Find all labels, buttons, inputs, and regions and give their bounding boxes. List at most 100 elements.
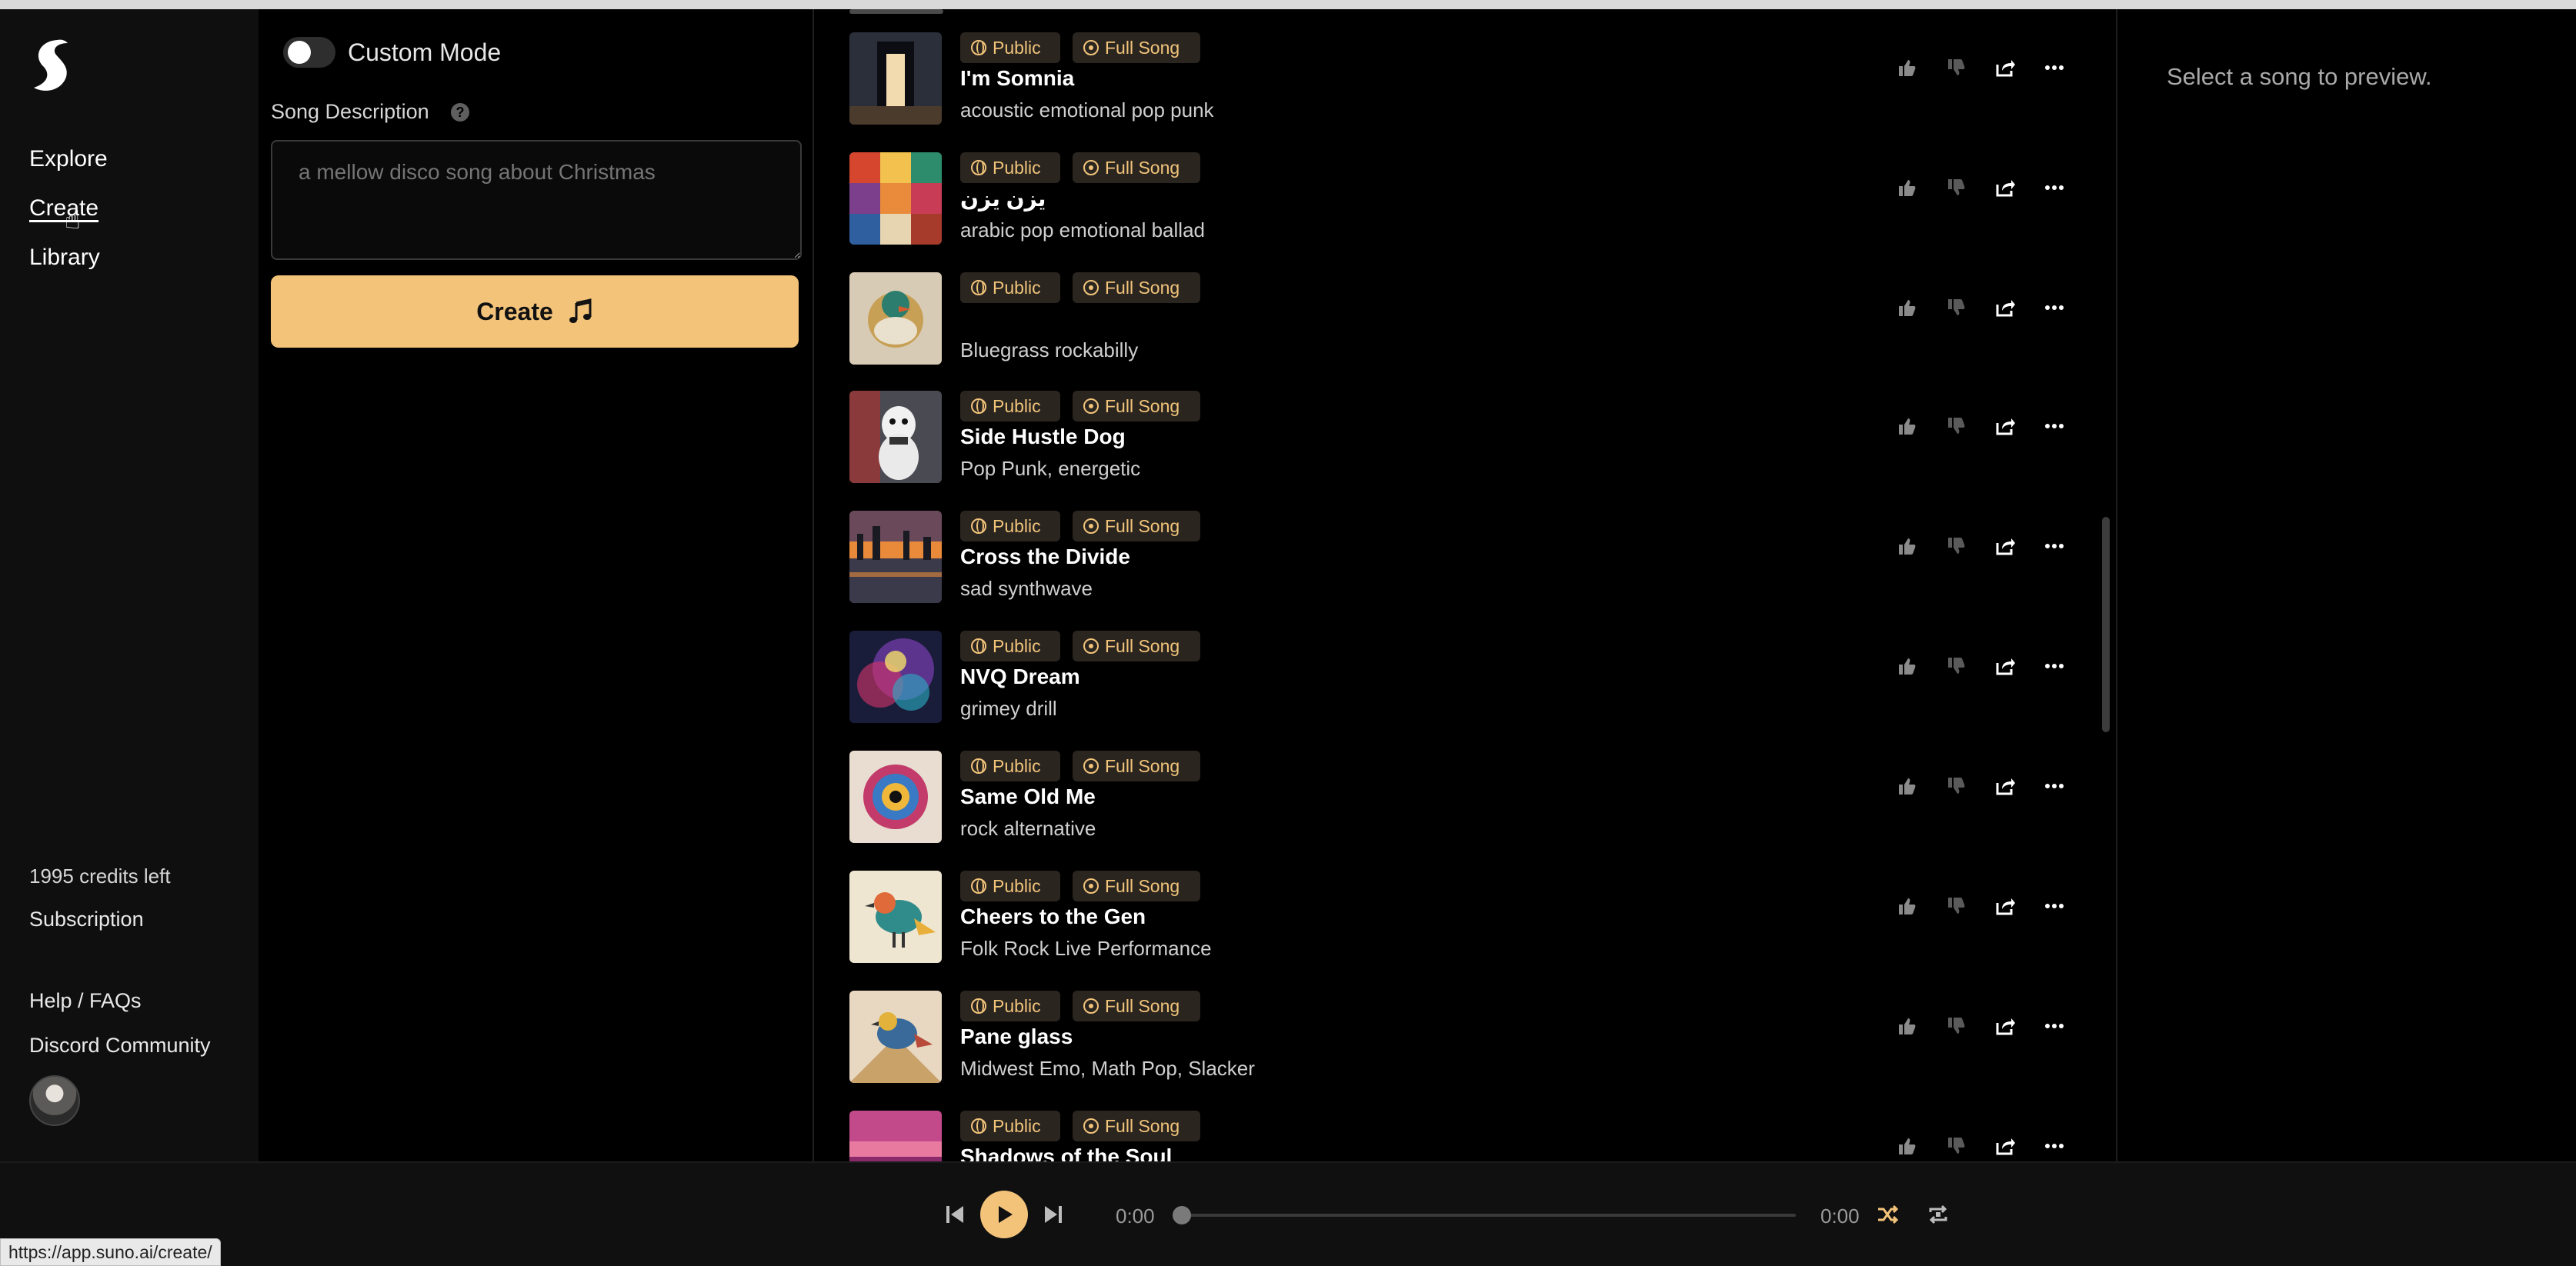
song-cover-art[interactable] <box>849 751 942 843</box>
thumbs-up-icon[interactable] <box>1893 294 1920 321</box>
more-options-icon[interactable] <box>2040 54 2068 82</box>
thumbs-up-icon[interactable] <box>1893 532 1920 560</box>
song-title[interactable]: Cheers to the Gen <box>960 905 1146 929</box>
thumbs-up-icon[interactable] <box>1893 54 1920 82</box>
help-icon[interactable]: ? <box>451 103 469 122</box>
previous-track-icon[interactable] <box>942 1201 968 1228</box>
thumbs-up-icon[interactable] <box>1893 652 1920 680</box>
help-faq-link[interactable]: Help / FAQs <box>29 989 142 1013</box>
share-icon[interactable] <box>1991 652 2019 680</box>
song-row[interactable]: Public Full Song Bluegrass rockabilly <box>814 272 2114 392</box>
song-cover-art[interactable] <box>849 631 942 723</box>
song-cover-art[interactable] <box>849 32 942 125</box>
share-icon[interactable] <box>1991 412 2019 440</box>
shuffle-icon[interactable] <box>1876 1203 1899 1226</box>
custom-mode-toggle[interactable] <box>283 37 335 68</box>
song-row[interactable]: Public Full Song I'm Somnia acoustic emotio… <box>814 32 2114 152</box>
song-title[interactable]: NVQ Dream <box>960 665 1080 689</box>
next-track-icon[interactable] <box>1040 1201 1066 1228</box>
thumbs-down-icon[interactable] <box>1942 1012 1970 1040</box>
thumbs-down-icon[interactable] <box>1942 772 1970 800</box>
share-icon[interactable] <box>1991 532 2019 560</box>
share-icon[interactable] <box>1991 1012 2019 1040</box>
song-cover-art[interactable] <box>849 152 942 245</box>
thumbs-up-icon[interactable] <box>1893 772 1920 800</box>
thumbs-down-icon[interactable] <box>1942 294 1970 321</box>
more-options-icon[interactable] <box>2040 892 2068 920</box>
share-icon[interactable] <box>1991 892 2019 920</box>
discord-community-link[interactable]: Discord Community <box>29 1034 211 1058</box>
song-title[interactable]: I'm Somnia <box>960 66 1074 91</box>
thumbs-down-icon[interactable] <box>1942 174 1970 202</box>
full-song-badge-label: Full Song <box>1105 37 1180 58</box>
more-options-icon[interactable] <box>2040 772 2068 800</box>
more-options-icon[interactable] <box>2040 174 2068 202</box>
song-row[interactable]: Public Full Song Cross the Divide sad synth… <box>814 511 2114 631</box>
song-cover-art[interactable] <box>849 871 942 963</box>
share-icon[interactable] <box>1991 294 2019 321</box>
song-row[interactable]: Public Full Song Pane glass Midwest Emo, Ma… <box>814 991 2114 1111</box>
song-row[interactable]: Public Full Song يزن يزن arabic pop emotion… <box>814 152 2114 272</box>
more-options-icon[interactable] <box>2040 652 2068 680</box>
thumbs-down-icon[interactable] <box>1942 652 1970 680</box>
suno-logo-icon[interactable] <box>28 37 77 95</box>
full-song-badge: Full Song <box>1073 1111 1200 1141</box>
thumbs-down-icon[interactable] <box>1942 1132 1970 1160</box>
disc-icon <box>1083 160 1099 175</box>
song-title[interactable]: Shadows of the Soul <box>960 1144 1172 1161</box>
share-icon[interactable] <box>1991 174 2019 202</box>
song-title[interactable]: Side Hustle Dog <box>960 425 1126 449</box>
song-row[interactable]: Public Full Song Cheers to the Gen Folk Roc… <box>814 871 2114 991</box>
song-row[interactable]: Public Full Song Shadows of the Soul <box>814 1111 2114 1161</box>
more-options-icon[interactable] <box>2040 532 2068 560</box>
play-button[interactable] <box>980 1191 1028 1238</box>
disc-icon <box>1083 518 1099 534</box>
song-row[interactable]: Public Full Song NVQ Dream grimey drill <box>814 631 2114 751</box>
public-badge-label: Public <box>993 157 1041 178</box>
share-icon[interactable] <box>1991 54 2019 82</box>
song-title[interactable]: Same Old Me <box>960 785 1096 809</box>
nav-library[interactable]: Library <box>29 245 100 271</box>
thumbs-down-icon[interactable] <box>1942 412 1970 440</box>
song-cover-art[interactable] <box>849 272 942 365</box>
thumbs-up-icon[interactable] <box>1893 1012 1920 1040</box>
user-avatar[interactable] <box>29 1075 80 1126</box>
song-title[interactable]: Pane glass <box>960 1024 1073 1049</box>
more-options-icon[interactable] <box>2040 412 2068 440</box>
song-cover-art[interactable] <box>849 1111 942 1161</box>
thumbs-up-icon[interactable] <box>1893 1132 1920 1160</box>
song-style: Midwest Emo, Math Pop, Slacker <box>960 1057 1255 1080</box>
share-icon[interactable] <box>1991 1132 2019 1160</box>
progress-track[interactable] <box>1182 1214 1796 1217</box>
song-title[interactable]: Cross the Divide <box>960 545 1130 569</box>
toggle-knob <box>288 41 311 64</box>
subscription-link[interactable]: Subscription <box>29 908 144 931</box>
thumbs-up-icon[interactable] <box>1893 174 1920 202</box>
more-options-icon[interactable] <box>2040 294 2068 321</box>
thumbs-down-icon[interactable] <box>1942 532 1970 560</box>
thumbs-up-icon[interactable] <box>1893 412 1920 440</box>
song-cover-art[interactable] <box>849 391 942 483</box>
thumbs-down-icon[interactable] <box>1942 892 1970 920</box>
thumbs-down-icon[interactable] <box>1942 54 1970 82</box>
song-cover-art[interactable] <box>849 511 942 603</box>
progress-knob[interactable] <box>1173 1206 1191 1224</box>
current-time: 0:00 <box>1116 1204 1155 1228</box>
song-cover-art[interactable] <box>849 991 942 1083</box>
song-title[interactable]: يزن يزن <box>960 186 1046 212</box>
more-options-icon[interactable] <box>2040 1012 2068 1040</box>
song-list-scrollbar[interactable] <box>2102 517 2110 732</box>
song-row[interactable]: Public Full Song Same Old Me rock alternati… <box>814 751 2114 871</box>
repeat-icon[interactable] <box>1927 1203 1950 1226</box>
full-song-badge: Full Song <box>1073 32 1200 63</box>
song-description-input[interactable] <box>271 140 802 260</box>
more-options-icon[interactable] <box>2040 1132 2068 1160</box>
disc-icon <box>1083 40 1099 55</box>
public-badge-label: Public <box>993 635 1041 656</box>
song-row[interactable]: Public Full Song Side Hustle Dog Pop Punk, … <box>814 391 2114 511</box>
credits-remaining: 1995 credits left <box>29 865 171 888</box>
thumbs-up-icon[interactable] <box>1893 892 1920 920</box>
nav-explore[interactable]: Explore <box>29 146 108 172</box>
create-button[interactable]: Create <box>271 275 799 348</box>
share-icon[interactable] <box>1991 772 2019 800</box>
